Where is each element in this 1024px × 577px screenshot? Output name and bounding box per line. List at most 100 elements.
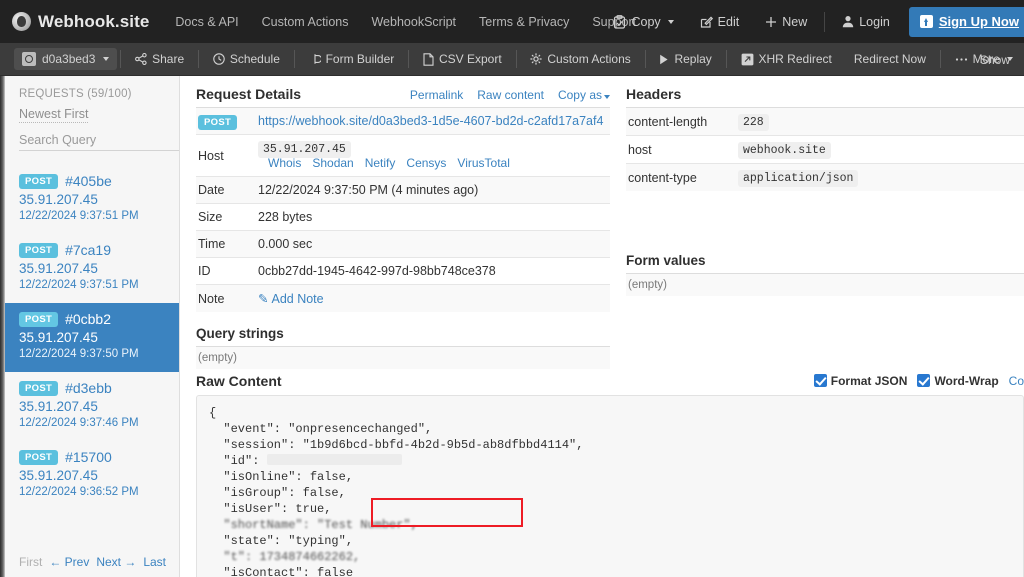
form-values-empty: (empty): [626, 273, 1024, 296]
size-value: 228 bytes: [258, 203, 610, 231]
format-json-checkbox[interactable]: Format JSON: [813, 374, 908, 388]
edit-button[interactable]: Edit: [687, 15, 753, 29]
list-item[interactable]: POST #7ca19 35.91.207.45 12/22/2024 9:37…: [5, 234, 179, 303]
share-button[interactable]: Share: [124, 52, 195, 66]
request-ip: 35.91.207.45: [19, 330, 98, 345]
query-strings-empty: (empty): [196, 346, 610, 369]
method-badge: POST: [19, 173, 59, 189]
file-icon: [423, 52, 434, 66]
replay-button[interactable]: Replay: [648, 52, 722, 66]
copy-as-dropdown[interactable]: Copy as: [558, 88, 610, 102]
header-value: webhook.site: [738, 142, 831, 159]
list-item-head: POST #15700: [19, 449, 165, 465]
netify-link[interactable]: Netify: [365, 156, 396, 170]
pagination-first[interactable]: First: [19, 555, 42, 569]
form-builder-label: Form Builder: [325, 52, 395, 66]
table-row: Size 228 bytes: [196, 203, 610, 231]
gear-icon: [530, 53, 542, 65]
pagination-prev[interactable]: ← Prev: [49, 555, 89, 569]
list-item[interactable]: POST #405be 35.91.207.45 12/22/2024 9:37…: [5, 165, 179, 234]
chevron-down-icon: [667, 19, 674, 24]
format-json-label: Format JSON: [830, 374, 908, 388]
list-item[interactable]: POST #d3ebb 35.91.207.45 12/22/2024 9:37…: [5, 372, 179, 441]
pagination-last[interactable]: Last: [143, 555, 166, 569]
brand[interactable]: Webhook.site: [12, 12, 149, 32]
raw-content-header: Raw Content Format JSON Word-Wrap Co: [196, 373, 1024, 389]
method-badge: POST: [198, 115, 238, 130]
page-title: Request Details: [196, 86, 302, 102]
request-date: 12/22/2024 9:37:51 PM: [19, 279, 139, 291]
table-row: content-length 228: [626, 107, 1024, 136]
add-note-button[interactable]: ✎ Add Note: [258, 292, 324, 306]
host-label: Host: [196, 134, 258, 177]
censys-link[interactable]: Censys: [406, 156, 446, 170]
checkbox-checked-icon: [917, 374, 931, 387]
header-value-cell: application/json: [736, 163, 1024, 191]
table-row: ID 0cbb27dd-1945-4642-997d-98bb748ce378: [196, 257, 610, 285]
nav-link-docs-api[interactable]: Docs & API: [175, 15, 238, 29]
login-button[interactable]: Login: [829, 15, 903, 29]
shodan-link[interactable]: Shodan: [312, 156, 353, 170]
sort-order-toggle[interactable]: Newest First: [19, 107, 89, 123]
raw-line-iscontact: "isContact": false: [209, 566, 354, 577]
word-wrap-checkbox[interactable]: Word-Wrap: [917, 374, 999, 388]
xhr-redirect-button[interactable]: XHR Redirect: [730, 52, 843, 66]
nav-link-custom-actions[interactable]: Custom Actions: [262, 15, 349, 29]
new-button[interactable]: New: [752, 15, 820, 29]
plus-icon: [766, 16, 777, 27]
show-toggle[interactable]: Show: [980, 43, 1010, 76]
method-cell: POST: [196, 107, 258, 135]
request-ip: 35.91.207.45: [19, 399, 98, 414]
redirect-now-button[interactable]: Redirect Now: [843, 52, 937, 66]
note-label: Note: [196, 284, 258, 312]
raw-line-shortname: "shortName": "Test Number",: [209, 518, 418, 532]
whois-link[interactable]: Whois: [268, 156, 301, 170]
replay-label: Replay: [674, 52, 712, 66]
top-navbar: Webhook.site Docs & API Custom Actions W…: [0, 0, 1024, 43]
permalink-link[interactable]: Permalink: [410, 88, 463, 102]
request-details-actions: Permalink Raw content Copy as: [410, 88, 610, 102]
request-id: #405be: [65, 173, 112, 189]
csv-export-button[interactable]: CSV Export: [412, 52, 513, 66]
raw-content-body[interactable]: { "event": "onpresencechanged", "session…: [196, 395, 1024, 577]
virustotal-link[interactable]: VirusTotal: [457, 156, 509, 170]
add-note-label: Add Note: [271, 292, 324, 306]
list-item-selected[interactable]: POST #0cbb2 35.91.207.45 12/22/2024 9:37…: [5, 303, 179, 372]
toolbar-divider: [725, 50, 727, 68]
schedule-button[interactable]: Schedule: [202, 52, 291, 66]
custom-actions-button[interactable]: Custom Actions: [519, 52, 641, 66]
search-row: ?: [19, 131, 179, 151]
nav-link-webhookscript[interactable]: WebhookScript: [371, 15, 456, 29]
list-item[interactable]: POST #15700 35.91.207.45 12/22/2024 9:36…: [5, 441, 179, 510]
request-date: 12/22/2024 9:37:50 PM: [19, 348, 139, 360]
note-cell: ✎ Add Note: [258, 284, 610, 312]
table-row: Date 12/22/2024 9:37:50 PM (4 minutes ag…: [196, 176, 610, 204]
user-icon: [843, 16, 854, 28]
request-url[interactable]: https://webhook.site/d0a3bed3-1d5e-4607-…: [258, 114, 603, 128]
raw-line-t: "t": 1734874662262,: [209, 550, 361, 564]
raw-line-state: "state": "typing",: [209, 534, 354, 548]
raw-content-link[interactable]: Raw content: [477, 88, 544, 102]
request-details-header: Request Details Permalink Raw content Co…: [196, 86, 610, 107]
toolbar-divider: [515, 50, 517, 68]
search-input[interactable]: [19, 131, 179, 151]
sign-up-button[interactable]: Sign Up Now: [908, 6, 1024, 37]
chevron-down-icon: [103, 57, 110, 61]
headers-title: Headers: [626, 86, 682, 102]
navbar-divider: [824, 11, 826, 32]
copy-as-label: Copy as: [557, 88, 602, 102]
copy-raw-link[interactable]: Co: [1009, 374, 1024, 388]
nav-link-terms-privacy[interactable]: Terms & Privacy: [479, 15, 569, 29]
raw-content-title: Raw Content: [196, 373, 282, 389]
headers-table: content-length 228 host webhook.site con…: [626, 107, 1024, 191]
form-builder-button[interactable]: Form Builder: [298, 52, 406, 66]
table-row: Time 0.000 sec: [196, 230, 610, 258]
copy-label: Copy: [631, 14, 661, 29]
token-dropdown[interactable]: d0a3bed3: [14, 48, 118, 70]
table-row: Host 35.91.207.45 Whois Shodan Netify Ce…: [196, 134, 610, 177]
pagination-next[interactable]: Next →: [96, 555, 136, 569]
request-ip: 35.91.207.45: [19, 261, 98, 276]
request-details-panel: Request Details Permalink Raw content Co…: [180, 86, 610, 369]
share-label: Share: [152, 52, 185, 66]
copy-button[interactable]: Copy: [600, 15, 686, 29]
